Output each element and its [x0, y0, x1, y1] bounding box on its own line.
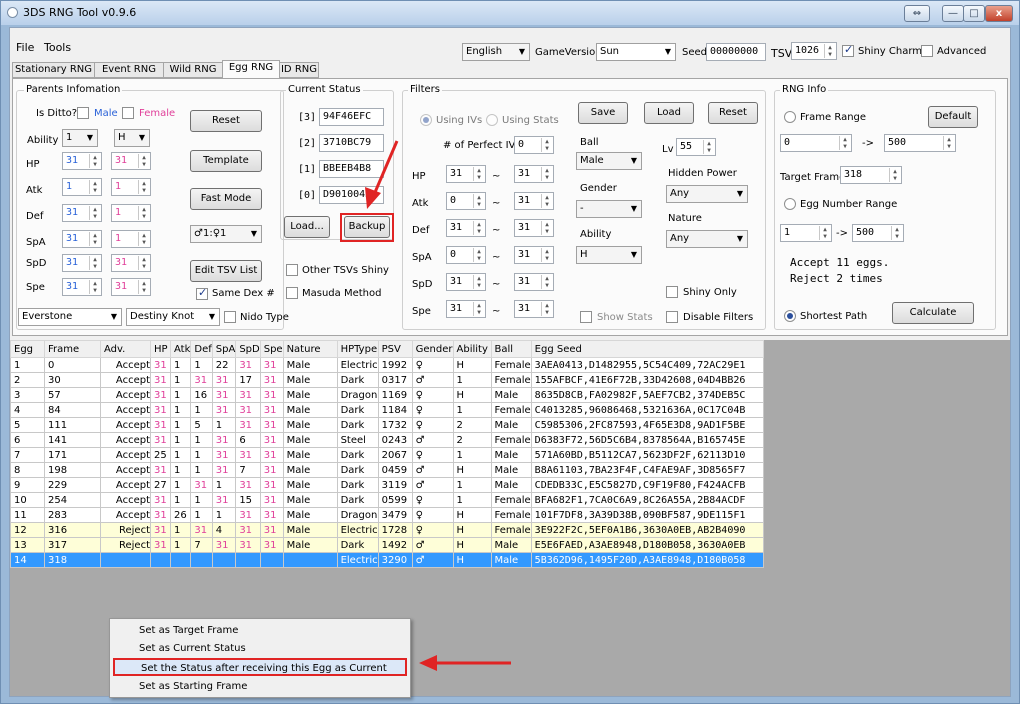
menu-set-status-after-egg[interactable]: Set the Status after receiving this Egg …: [113, 658, 407, 676]
context-menu: Set as Target Frame Set as Current Statu…: [109, 618, 411, 698]
menu-set-current-status[interactable]: Set as Current Status: [113, 640, 407, 658]
menu-set-starting-frame[interactable]: Set as Starting Frame: [113, 678, 407, 696]
arrow-line: [371, 140, 399, 198]
menu-set-target-frame[interactable]: Set as Target Frame: [113, 622, 407, 640]
annotation-arrows: [365, 140, 511, 671]
arrow-head: [419, 655, 437, 671]
arrow-head: [365, 187, 381, 209]
app-window: 3DS RNG Tool v0.9.6 ⇔ — □ x File Tools E…: [0, 0, 1020, 704]
